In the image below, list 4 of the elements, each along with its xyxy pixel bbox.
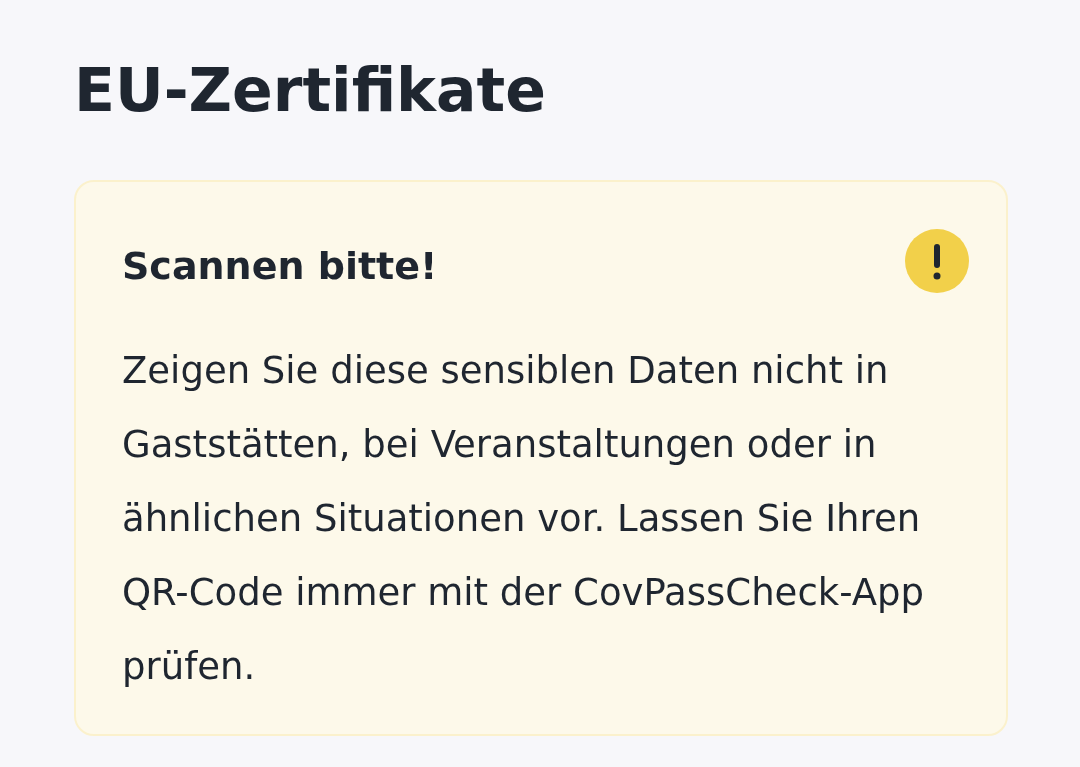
notice-title: Scannen bitte! xyxy=(122,243,438,290)
notice-text: Zeigen Sie diese sensiblen Daten nicht in Gaststätten, bei Veranstaltungen oder in ähnlichen Situationen vor. Lassen Sie Ihren QR-Code immer mit der CovPassCheck-App prüfen. xyxy=(122,348,925,690)
warning-icon xyxy=(904,228,970,294)
page-title: EU-Zertifikate xyxy=(74,54,547,127)
